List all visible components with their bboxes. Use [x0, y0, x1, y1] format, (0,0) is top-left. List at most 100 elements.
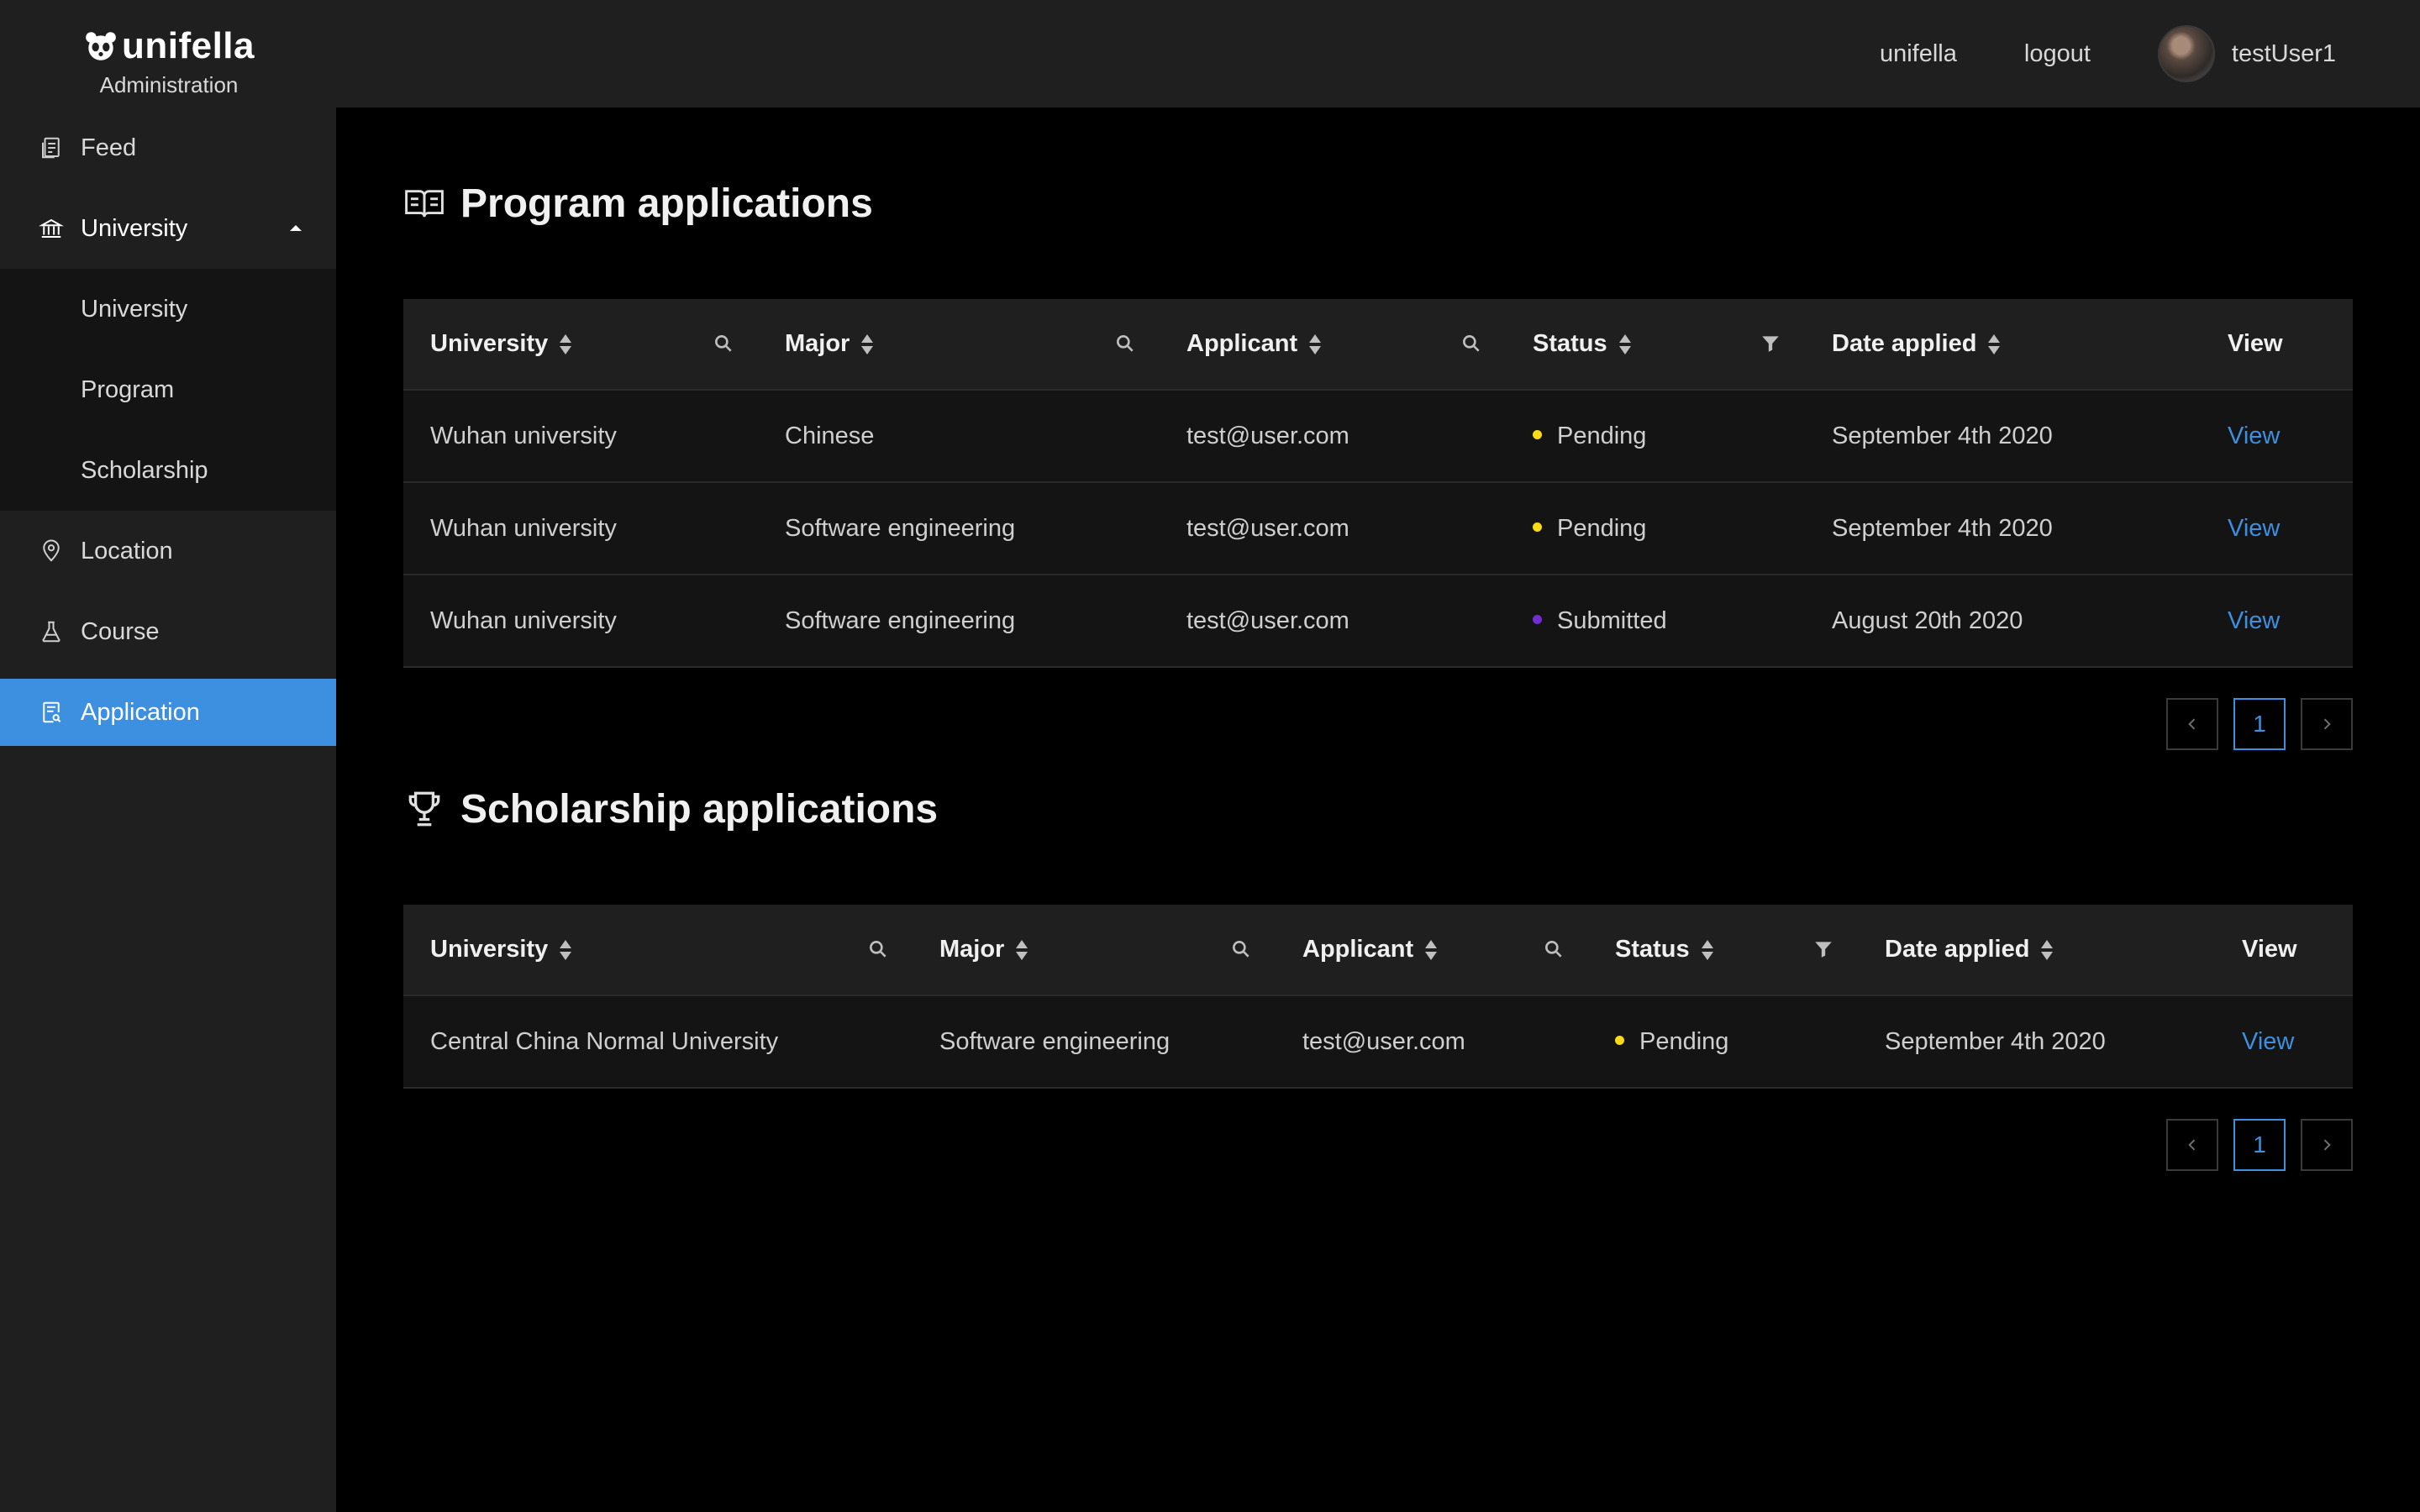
sort-icon[interactable]	[861, 333, 874, 355]
page-title: Program applications	[460, 181, 873, 226]
filter-icon[interactable]	[1812, 938, 1834, 960]
sidebar-item-location[interactable]: Location	[0, 511, 336, 591]
cell-applicant: test@user.com	[1160, 390, 1506, 483]
column-header-status[interactable]: Status	[1506, 299, 1805, 391]
sidebar-item-label: University	[81, 214, 188, 242]
chevron-right-icon	[2323, 718, 2331, 730]
sidebar-item-application[interactable]: Application	[0, 679, 336, 746]
page-number-button[interactable]: 1	[2233, 698, 2286, 750]
sidebar-subitem-program[interactable]: Program	[0, 349, 336, 430]
view-link[interactable]: View	[2228, 607, 2280, 634]
view-link[interactable]: View	[2228, 515, 2280, 542]
status-badge: Pending	[1639, 1027, 1729, 1055]
scholarship-pagination: 1	[403, 1119, 2353, 1171]
sidebar-item-label: Feed	[81, 134, 137, 161]
filter-icon[interactable]	[1760, 333, 1781, 354]
sort-icon[interactable]	[1618, 333, 1631, 355]
flask-icon	[37, 617, 66, 646]
column-label: Major	[939, 936, 1005, 963]
search-icon[interactable]	[1543, 938, 1565, 960]
cell-status: Submitted	[1506, 575, 1805, 668]
cell-major: Software engineering	[758, 575, 1160, 668]
sidebar-subitem-university[interactable]: University	[0, 269, 336, 349]
column-header-view: View	[2215, 905, 2353, 996]
search-icon[interactable]	[713, 333, 734, 354]
trophy-icon	[408, 791, 440, 827]
bank-icon	[37, 214, 66, 243]
status-dot	[1533, 615, 1542, 625]
column-header-applicant[interactable]: Applicant	[1160, 299, 1506, 391]
top-nav: unifella logout testUser1	[1880, 0, 2336, 108]
table-header-row: University Major Applicant Status Date a…	[403, 299, 2353, 391]
column-label: Applicant	[1302, 936, 1414, 963]
program-applications-table: University Major Applicant Status Date a…	[403, 299, 2353, 668]
brand[interactable]: unifella Administration	[81, 25, 257, 98]
prev-page-button[interactable]	[2166, 1119, 2218, 1171]
page-number-button[interactable]: 1	[2233, 1119, 2286, 1171]
sidebar-item-university[interactable]: University	[0, 188, 336, 269]
search-icon[interactable]	[1114, 333, 1136, 354]
cell-status: Pending	[1506, 482, 1805, 575]
column-header-major[interactable]: Major	[913, 905, 1276, 996]
sort-icon[interactable]	[1425, 939, 1438, 961]
cell-date: September 4th 2020	[1858, 995, 2215, 1089]
logo[interactable]: unifella	[81, 25, 257, 67]
university-submenu: University Program Scholarship	[0, 269, 336, 511]
table-row: Wuhan university Software engineering te…	[403, 482, 2353, 575]
next-page-button[interactable]	[2301, 698, 2353, 750]
scholarship-section-title: Scholarship applications	[403, 784, 2353, 834]
sort-icon[interactable]	[1701, 939, 1713, 961]
cell-university: Wuhan university	[403, 482, 758, 575]
column-header-date-applied[interactable]: Date applied	[1858, 905, 2215, 996]
search-icon[interactable]	[1460, 333, 1482, 354]
column-header-status[interactable]: Status	[1588, 905, 1858, 996]
next-page-button[interactable]	[2301, 1119, 2353, 1171]
cell-view: View	[2215, 995, 2353, 1089]
column-header-university[interactable]: University	[403, 299, 758, 391]
sort-icon[interactable]	[560, 333, 572, 355]
sort-icon[interactable]	[2041, 939, 2054, 961]
cell-date: September 4th 2020	[1805, 390, 2201, 483]
user-menu[interactable]: testUser1	[2157, 25, 2336, 82]
sort-icon[interactable]	[1016, 939, 1028, 961]
sidebar-item-feed[interactable]: Feed	[0, 108, 336, 188]
table-header-row: University Major Applicant Status Date a…	[403, 905, 2353, 996]
avatar	[2157, 25, 2215, 82]
cell-university: Wuhan university	[403, 390, 758, 483]
sidebar-subitem-scholarship[interactable]: Scholarship	[0, 430, 336, 511]
top-link-unifella[interactable]: unifella	[1880, 40, 1957, 68]
sort-icon[interactable]	[560, 939, 572, 961]
program-section-title: Program applications	[403, 178, 2353, 228]
sidebar: Feed University University Program Schol…	[0, 108, 336, 1512]
cell-status: Pending	[1506, 390, 1805, 483]
sidebar-item-course[interactable]: Course	[0, 591, 336, 672]
column-label: Date applied	[1832, 330, 1977, 357]
cell-major: Software engineering	[913, 995, 1276, 1089]
cell-view: View	[2201, 482, 2353, 575]
prev-page-button[interactable]	[2166, 698, 2218, 750]
view-link[interactable]: View	[2242, 1028, 2294, 1055]
cell-applicant: test@user.com	[1160, 482, 1506, 575]
section-title: Scholarship applications	[460, 786, 939, 832]
chevron-left-icon	[2188, 718, 2196, 730]
column-label: University	[430, 936, 549, 963]
column-header-major[interactable]: Major	[758, 299, 1160, 391]
logout-link[interactable]: logout	[2024, 40, 2091, 68]
program-pagination: 1	[403, 698, 2353, 750]
column-header-date-applied[interactable]: Date applied	[1805, 299, 2201, 391]
chevron-right-icon	[2323, 1139, 2331, 1151]
top-bar: unifella Administration unifella logout …	[0, 0, 2420, 108]
column-label: View	[2242, 936, 2297, 963]
search-icon[interactable]	[1230, 938, 1252, 960]
view-link[interactable]: View	[2228, 423, 2280, 449]
sidebar-item-label: University	[81, 295, 188, 323]
cell-status: Pending	[1588, 995, 1858, 1089]
sort-icon[interactable]	[1309, 333, 1322, 355]
sort-icon[interactable]	[1988, 333, 2001, 355]
panda-logo-icon	[86, 32, 116, 60]
search-icon[interactable]	[867, 938, 889, 960]
column-header-applicant[interactable]: Applicant	[1276, 905, 1588, 996]
status-badge: Pending	[1557, 514, 1647, 542]
column-header-university[interactable]: University	[403, 905, 913, 996]
column-label: Status	[1615, 936, 1690, 963]
